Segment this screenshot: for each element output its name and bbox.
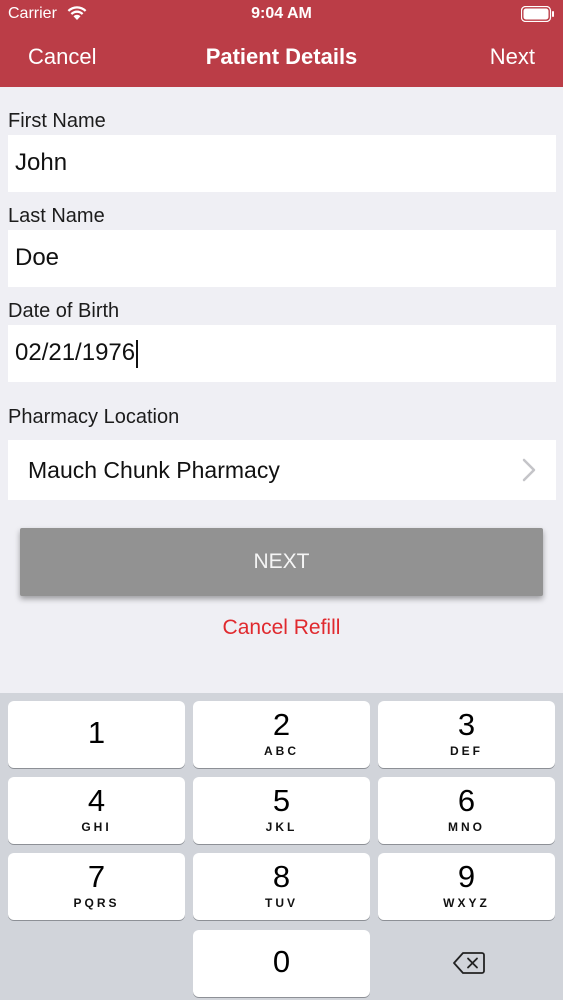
- key-0[interactable]: 0: [193, 930, 370, 997]
- status-bar: Carrier 9:04 AM: [0, 0, 563, 30]
- battery-icon: [521, 6, 554, 22]
- dob-label: Date of Birth: [8, 300, 120, 322]
- status-time: 9:04 AM: [251, 5, 312, 22]
- key-digit: 7: [87, 859, 106, 894]
- key-letters: DEF: [450, 744, 483, 758]
- pharmacy-label: Pharmacy Location: [8, 406, 180, 428]
- key-2[interactable]: 2 ABC: [193, 701, 370, 768]
- key-3[interactable]: 3 DEF: [378, 701, 555, 768]
- chevron-right-icon: [522, 458, 536, 482]
- pharmacy-value: Mauch Chunk Pharmacy: [28, 457, 280, 483]
- dob-value: 02/21/1976: [15, 339, 136, 366]
- first-name-label: First Name: [8, 110, 106, 132]
- first-name-value: John: [15, 149, 68, 176]
- text-caret: [136, 339, 139, 368]
- key-letters: GHI: [81, 820, 112, 834]
- key-letters: WXYZ: [443, 896, 490, 910]
- key-digit: 0: [272, 944, 291, 979]
- key-5[interactable]: 5 JKL: [193, 777, 370, 844]
- key-7[interactable]: 7 PQRS: [8, 853, 185, 920]
- key-digit: 3: [457, 707, 476, 742]
- key-letters: MNO: [448, 820, 485, 834]
- numeric-keypad: 1 2 ABC 3 DEF 4 GHI 5 JKL 6 MNO 7 PQRS 8…: [0, 693, 563, 1000]
- page-title: Patient Details: [205, 44, 358, 69]
- cancel-refill-link[interactable]: Cancel Refill: [0, 616, 563, 640]
- key-digit: 5: [272, 783, 291, 818]
- header: Carrier 9:04 AM Cancel Patient Details N…: [0, 0, 563, 87]
- last-name-label: Last Name: [8, 205, 105, 227]
- key-digit: 1: [87, 715, 106, 750]
- key-4[interactable]: 4 GHI: [8, 777, 185, 844]
- key-1[interactable]: 1: [8, 701, 185, 768]
- key-letters: JKL: [265, 820, 298, 834]
- backspace-icon: [453, 952, 485, 974]
- key-letters: TUV: [265, 896, 298, 910]
- key-9[interactable]: 9 WXYZ: [378, 853, 555, 920]
- last-name-value: Doe: [15, 244, 60, 271]
- first-name-field[interactable]: John: [8, 135, 556, 192]
- nav-bar: Cancel Patient Details Next: [0, 36, 563, 80]
- key-digit: 8: [272, 859, 291, 894]
- key-digit: 2: [272, 707, 291, 742]
- last-name-field[interactable]: Doe: [8, 230, 556, 287]
- next-button[interactable]: NEXT: [20, 528, 543, 596]
- key-digit: 9: [457, 859, 476, 894]
- dob-value-wrap: 02/21/1976: [15, 339, 139, 368]
- key-letters: PQRS: [73, 896, 120, 910]
- key-letters: ABC: [264, 744, 299, 758]
- next-nav-button[interactable]: Next: [490, 44, 535, 70]
- key-6[interactable]: 6 MNO: [378, 777, 555, 844]
- key-digit: 4: [87, 783, 106, 818]
- pharmacy-selector[interactable]: Mauch Chunk Pharmacy: [8, 440, 556, 500]
- key-digit: 6: [457, 783, 476, 818]
- delete-key[interactable]: [378, 930, 555, 997]
- key-8[interactable]: 8 TUV: [193, 853, 370, 920]
- dob-field[interactable]: 02/21/1976: [8, 325, 556, 382]
